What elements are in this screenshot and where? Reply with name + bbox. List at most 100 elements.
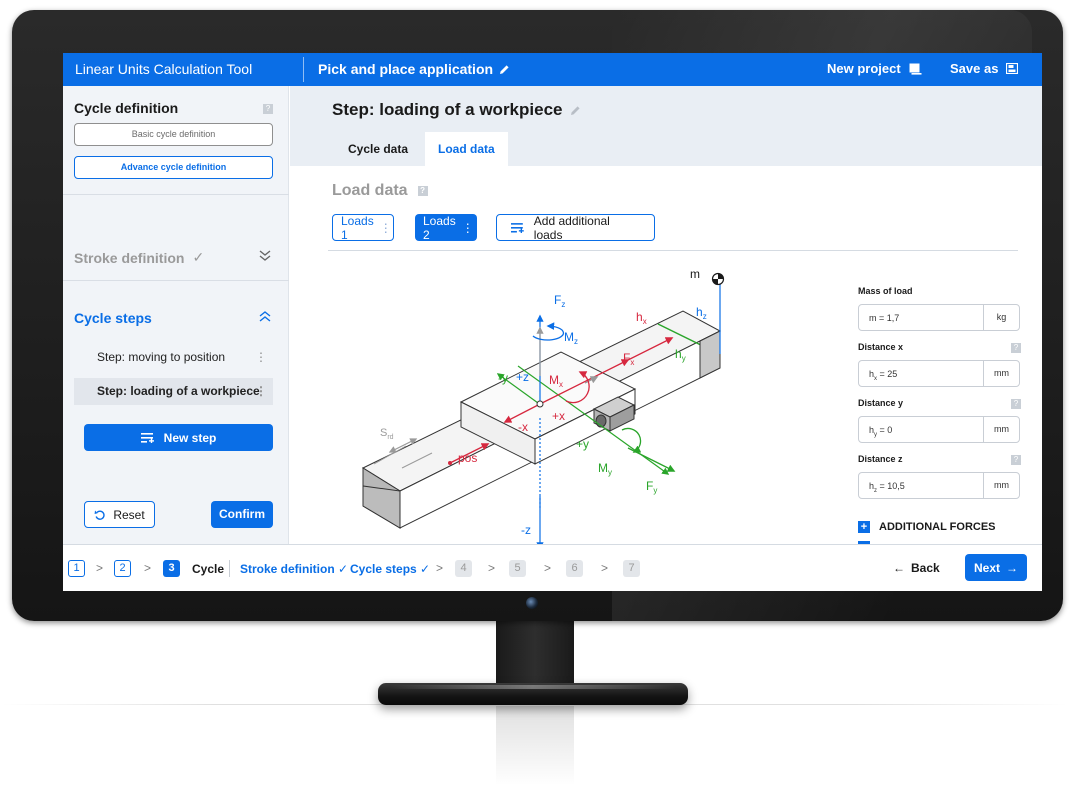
back-button[interactable]: ← Back (893, 561, 940, 575)
mass-input[interactable]: m = 1,7 kg (858, 304, 1020, 331)
pencil-icon[interactable] (570, 105, 581, 116)
linear-unit-diagram: -y +y +x -x Fx Mx +z -z Fz Mz hz hx hy m… (361, 267, 725, 546)
next-button[interactable]: Next → (965, 554, 1027, 581)
breadcrumb-cycle-steps[interactable]: Cycle steps ✓ (350, 562, 430, 576)
load-data-heading: Load data ? (332, 182, 428, 200)
chevron-right-icon: > (601, 561, 609, 575)
srd-label: Srd (380, 427, 394, 441)
more-vertical-icon[interactable]: ⋮ (255, 378, 267, 405)
additional-forces-toggle[interactable]: + ADDITIONAL FORCES (858, 521, 996, 533)
wizard-step-2[interactable]: 2 (114, 560, 131, 577)
add-additional-loads-button[interactable]: Add additional loads (496, 214, 655, 242)
topbar-divider (303, 57, 304, 82)
stroke-definition-heading: Stroke definition (74, 249, 185, 266)
help-icon[interactable]: ? (1011, 343, 1021, 353)
more-vertical-icon[interactable]: ⋮ (380, 221, 392, 235)
breadcrumb-stroke-definition[interactable]: Stroke definition ✓ (240, 562, 348, 576)
load-data-title: Load data (332, 182, 408, 199)
wizard-step-6[interactable]: 6 (566, 560, 583, 577)
arrow-left-icon: ← (893, 561, 905, 575)
help-icon[interactable]: ? (1011, 455, 1021, 465)
more-vertical-icon[interactable]: ⋮ (462, 221, 474, 235)
tab-load-data[interactable]: Load data (425, 132, 508, 166)
reset-button[interactable]: Reset (84, 501, 155, 528)
wizard-step-5[interactable]: 5 (509, 560, 526, 577)
hz-label: hz (696, 305, 707, 321)
save-as-button[interactable]: Save as (950, 61, 1019, 76)
mass-of-load-label: Mass of load (858, 286, 913, 296)
list-item[interactable]: Step: moving to position ⋮ (74, 344, 273, 371)
confirm-button[interactable]: Confirm (211, 501, 273, 528)
additional-forces-label: ADDITIONAL FORCES (879, 521, 996, 533)
chevron-right-icon: > (144, 561, 152, 575)
loads-1-button[interactable]: Loads 1 ⋮ (332, 213, 394, 242)
fy-label: Fy (646, 479, 657, 495)
distance-y-label: Distance y (858, 398, 904, 408)
wizard-step-4[interactable]: 4 (455, 560, 472, 577)
divider (328, 250, 1018, 251)
chevron-right-icon: > (488, 561, 496, 575)
chevron-double-up-icon[interactable] (259, 311, 271, 323)
center-of-mass-icon (711, 272, 725, 286)
pencil-icon[interactable] (499, 64, 510, 75)
stroke-definition-header[interactable]: Stroke definition ✓ (74, 249, 204, 266)
help-icon[interactable]: ? (1011, 399, 1021, 409)
reset-label: Reset (113, 507, 145, 522)
step-title-text: Step: loading of a workpiece (332, 100, 563, 119)
list-item-active[interactable]: Step: loading of a workpiece ⋮ (74, 378, 273, 405)
arrow-right-icon: → (1006, 560, 1018, 575)
loads-1-label: Loads 1 (341, 213, 374, 242)
pos-label: pos (458, 451, 477, 465)
plus-x-label: +x (552, 409, 565, 423)
cycle-definition-heading: Cycle definition (74, 100, 179, 116)
divider (229, 560, 230, 577)
my-label: My (598, 461, 612, 477)
cycle-steps-heading[interactable]: Cycle steps (74, 310, 152, 326)
divider (63, 194, 289, 195)
new-project-label: New project (827, 61, 901, 76)
divider (63, 280, 289, 281)
chevron-right-icon: > (544, 561, 552, 575)
tab-cycle-data[interactable]: Cycle data (335, 132, 421, 166)
current-step-label: Cycle (192, 562, 225, 576)
checkmark-icon: ✓ (192, 249, 205, 265)
minus-y-label: -y (498, 371, 508, 385)
chevron-right-icon: > (436, 561, 444, 575)
step-label: Step: moving to position (97, 350, 226, 364)
step-title: Step: loading of a workpiece (332, 100, 581, 120)
basic-cycle-definition-button[interactable]: Basic cycle definition (74, 123, 273, 146)
plus-z-label: +z (516, 370, 529, 384)
chevron-right-icon: > (96, 561, 104, 575)
wizard-step-1[interactable]: 1 (68, 560, 85, 577)
plus-icon[interactable]: + (858, 521, 870, 533)
step-header: Step: loading of a workpiece Cycle data … (290, 86, 1042, 166)
distance-y-input[interactable]: hy = 0 mm (858, 416, 1020, 443)
distance-z-unit: mm (983, 473, 1019, 498)
project-title[interactable]: Pick and place application (318, 61, 510, 77)
wizard-step-7[interactable]: 7 (623, 560, 640, 577)
fz-label: Fz (554, 293, 565, 309)
app-title: Linear Units Calculation Tool (75, 61, 253, 77)
save-as-label: Save as (950, 61, 999, 76)
advanced-cycle-definition-button[interactable]: Advance cycle definition (74, 156, 273, 179)
minus-x-label: -x (518, 420, 528, 434)
top-bar: Linear Units Calculation Tool Pick and p… (63, 53, 1042, 86)
distance-y-value: hy = 0 (869, 425, 893, 438)
distance-x-unit: mm (983, 361, 1019, 386)
project-title-text: Pick and place application (318, 61, 494, 77)
loads-2-label: Loads 2 (423, 213, 456, 242)
distance-y-unit: mm (983, 417, 1019, 442)
new-step-button[interactable]: New step (84, 424, 273, 451)
add-list-icon (140, 432, 154, 443)
distance-x-input[interactable]: hx = 25 mm (858, 360, 1020, 387)
monitor-neck (496, 621, 574, 685)
distance-z-input[interactable]: hz = 10,5 mm (858, 472, 1020, 499)
chevron-double-down-icon[interactable] (259, 250, 271, 262)
loads-2-button[interactable]: Loads 2 ⋮ (415, 213, 477, 242)
new-project-button[interactable]: New project (827, 61, 922, 76)
wizard-step-3[interactable]: 3 (163, 560, 180, 577)
help-icon[interactable]: ? (417, 186, 428, 196)
more-vertical-icon[interactable]: ⋮ (255, 344, 267, 371)
mz-label: Mz (564, 330, 578, 346)
help-icon[interactable]: ? (263, 104, 273, 114)
